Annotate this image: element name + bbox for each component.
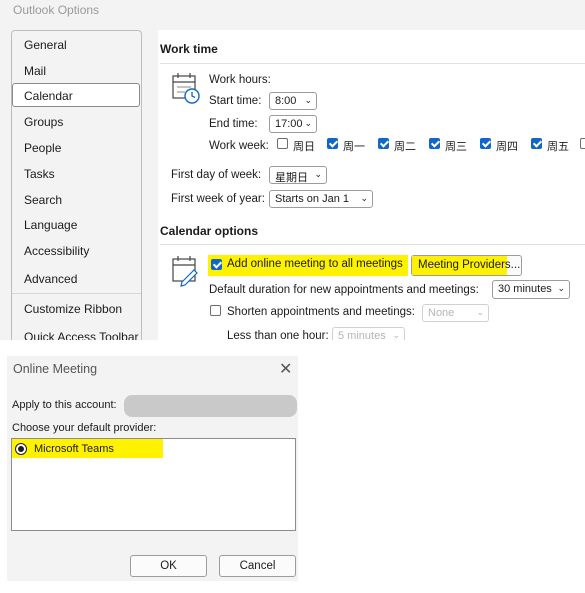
day-label-tue: 周二 (394, 141, 416, 153)
shorten-appointments-select[interactable]: None ⌄ (422, 304, 489, 322)
section-divider (160, 244, 585, 245)
day-checkbox-sat[interactable] (580, 138, 585, 149)
day-checkbox-wed[interactable] (429, 138, 440, 149)
microsoft-teams-label: Microsoft Teams (34, 443, 114, 455)
sidebar-item-mail[interactable]: Mail (24, 64, 46, 78)
first-day-select[interactable]: 星期日 ⌄ (269, 166, 327, 184)
sidebar-item-people[interactable]: People (24, 141, 61, 155)
first-week-value: Starts on Jan 1 (275, 193, 349, 205)
less-than-hour-label: Less than one hour: (227, 330, 329, 340)
end-time-label: End time: (209, 118, 258, 130)
day-label-mon: 周一 (343, 141, 365, 153)
sidebar-item-search[interactable]: Search (24, 193, 62, 207)
default-duration-select[interactable]: 30 minutes ⌄ (492, 280, 570, 299)
sidebar-item-tasks[interactable]: Tasks (24, 167, 55, 181)
chevron-down-icon: ⌄ (314, 169, 322, 179)
sidebar-item-language[interactable]: Language (24, 218, 77, 232)
end-time-value: 17:00 (275, 118, 303, 130)
ok-button[interactable]: OK (130, 555, 207, 577)
cancel-button[interactable]: Cancel (219, 555, 296, 577)
default-duration-value: 30 minutes (498, 283, 552, 295)
section-divider (160, 63, 585, 64)
sidebar-item-quick-access-toolbar[interactable]: Quick Access Toolbar (24, 330, 139, 340)
calendar-options-title: Calendar options (160, 224, 259, 238)
online-meeting-dialog: Online Meeting ✕ Apply to this account: … (7, 356, 298, 581)
work-time-title: Work time (160, 42, 218, 56)
shorten-appointments-value: None (428, 307, 455, 319)
first-week-label: First week of year: (171, 193, 265, 205)
chevron-down-icon: ⌄ (304, 118, 312, 128)
less-than-hour-select[interactable]: 5 minutes ⌄ (332, 327, 405, 340)
microsoft-teams-radio[interactable] (15, 443, 27, 455)
first-day-label: First day of week: (171, 169, 262, 181)
background-area (298, 340, 585, 593)
account-field-redacted[interactable] (124, 395, 297, 417)
calendar-edit-icon (172, 256, 198, 287)
chevron-down-icon: ⌄ (392, 330, 400, 340)
less-than-hour-value: 5 minutes (338, 330, 386, 340)
sidebar-item-advanced[interactable]: Advanced (24, 272, 77, 286)
start-time-label: Start time: (209, 95, 262, 107)
calendar-clock-icon (172, 73, 200, 104)
day-label-thu: 周四 (496, 141, 518, 153)
chevron-down-icon: ⌄ (360, 193, 368, 203)
close-icon[interactable]: ✕ (279, 359, 292, 379)
work-week-label: Work week: (209, 140, 269, 152)
day-checkbox-sun[interactable] (277, 138, 288, 149)
apply-account-label: Apply to this account: (12, 399, 117, 411)
day-checkbox-thu[interactable] (480, 138, 491, 149)
work-hours-label: Work hours: (209, 74, 271, 86)
day-checkbox-tue[interactable] (378, 138, 389, 149)
outlook-options-window: Outlook Options General Mail Calendar Gr… (0, 0, 585, 340)
start-time-value: 8:00 (275, 95, 297, 107)
day-checkbox-fri[interactable] (531, 138, 542, 149)
chevron-down-icon: ⌄ (476, 307, 484, 317)
day-label-fri: 周五 (547, 141, 569, 153)
first-week-select[interactable]: Starts on Jan 1 ⌄ (269, 190, 373, 208)
options-sidebar: General Mail Calendar Groups People Task… (11, 30, 142, 340)
shorten-appointments-label: Shorten appointments and meetings: (227, 306, 415, 318)
sidebar-item-general[interactable]: General (24, 38, 67, 52)
add-online-meeting-label: Add online meeting to all meetings (227, 258, 403, 270)
sidebar-item-accessibility[interactable]: Accessibility (24, 244, 89, 258)
add-online-meeting-checkbox[interactable] (211, 259, 222, 270)
start-time-select[interactable]: 8:00 ⌄ (269, 92, 317, 110)
sidebar-item-groups[interactable]: Groups (24, 115, 63, 129)
window-title: Outlook Options (13, 3, 100, 17)
sidebar-divider (12, 293, 141, 294)
day-checkbox-mon[interactable] (327, 138, 338, 149)
shorten-appointments-checkbox[interactable] (210, 305, 221, 316)
meeting-providers-label: Meeting Providers... (418, 259, 521, 271)
default-duration-label: Default duration for new appointments an… (209, 284, 479, 296)
sidebar-item-calendar[interactable]: Calendar (24, 89, 73, 103)
calendar-settings-pane: Work time Work hours: Start time: 8:00 ⌄ … (158, 30, 585, 340)
end-time-select[interactable]: 17:00 ⌄ (269, 115, 317, 133)
first-day-value: 星期日 (275, 172, 308, 184)
sidebar-item-customize-ribbon[interactable]: Customize Ribbon (24, 302, 122, 316)
provider-listbox[interactable]: Microsoft Teams (11, 438, 296, 531)
dialog-title: Online Meeting (13, 362, 98, 376)
chevron-down-icon: ⌄ (557, 283, 565, 293)
chevron-down-icon: ⌄ (304, 95, 312, 105)
choose-provider-label: Choose your default provider: (12, 422, 157, 434)
day-label-sun: 周日 (293, 141, 315, 153)
day-label-wed: 周三 (445, 141, 467, 153)
